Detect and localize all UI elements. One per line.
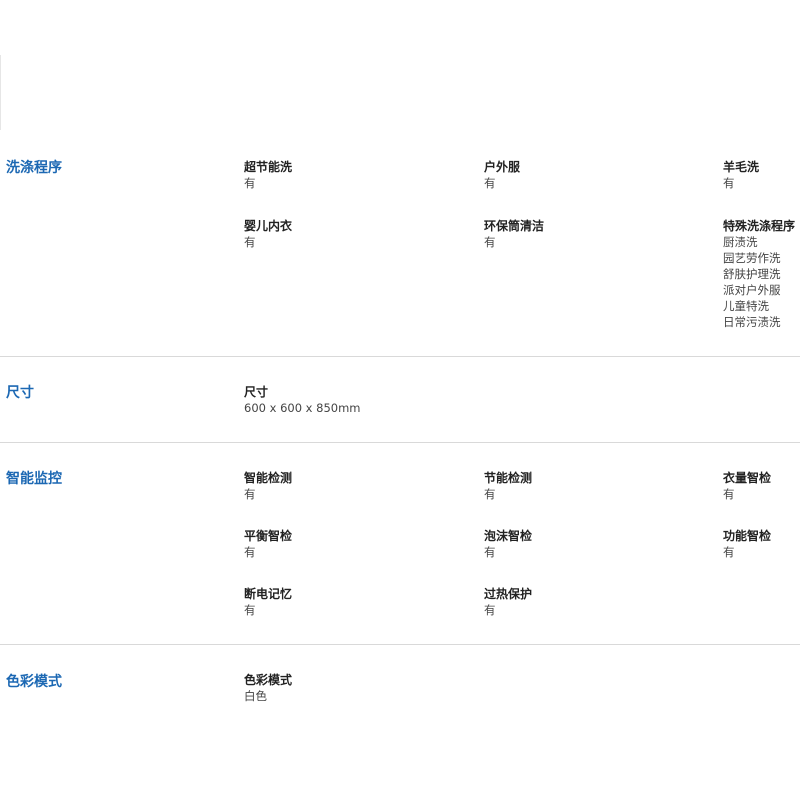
spec-outdoor-wear: 户外服 有 (484, 159, 520, 191)
spec-label: 过热保护 (484, 587, 533, 601)
spec-value: 有 (244, 235, 256, 249)
page-bottom-blank (0, 703, 800, 800)
spec-label: 衣量智检 (723, 471, 772, 485)
spec-value: 有 (244, 176, 256, 190)
spec-label: 超节能洗 (244, 160, 293, 174)
spec-balance-detection: 平衡智检 有 (244, 528, 292, 560)
spec-overheat-protection: 过热保护 有 (484, 586, 532, 618)
spec-value: 有 (723, 176, 735, 190)
spec-smart-detection: 智能检测 有 (244, 470, 292, 502)
section-title-dimensions: 尺寸 (6, 385, 34, 401)
spec-label: 婴儿内衣 (244, 219, 293, 233)
spec-label: 环保筒清洁 (484, 219, 545, 233)
section-title-smart-monitoring: 智能监控 (6, 471, 62, 487)
spec-label: 尺寸 (244, 385, 269, 399)
spec-label: 色彩模式 (244, 673, 293, 687)
spec-super-eco-wash: 超节能洗 有 (244, 159, 292, 191)
spec-label: 智能检测 (244, 471, 293, 485)
spec-load-detection: 衣量智检 有 (723, 470, 771, 502)
spec-foam-detection: 泡沫智检 有 (484, 528, 532, 560)
spec-value: 有 (484, 603, 496, 617)
spec-value: 有 (484, 235, 496, 249)
spec-value: 白色 (244, 689, 267, 703)
spec-value: 儿童特洗 (723, 299, 769, 313)
spec-value: 有 (484, 487, 496, 501)
spec-function-detection: 功能智检 有 (723, 528, 771, 560)
spec-label: 断电记忆 (244, 587, 293, 601)
spec-label: 特殊洗涤程序 (723, 219, 796, 233)
section-divider (0, 442, 800, 443)
left-edge-mark (0, 55, 1, 130)
spec-sheet: 洗涤程序 超节能洗 有 户外服 有 羊毛洗 有 婴儿内衣 有 环保筒清洁 有 特… (0, 0, 800, 800)
spec-value: 日常污渍洗 (723, 315, 781, 329)
spec-value: 园艺劳作洗 (723, 251, 781, 265)
spec-value: 600 x 600 x 850mm (244, 401, 361, 415)
spec-label: 羊毛洗 (723, 160, 760, 174)
spec-label: 功能智检 (723, 529, 772, 543)
spec-value: 有 (723, 545, 735, 559)
section-title-color-mode: 色彩模式 (6, 674, 62, 690)
spec-baby-underwear: 婴儿内衣 有 (244, 218, 292, 250)
section-divider (0, 356, 800, 357)
spec-value: 有 (484, 545, 496, 559)
spec-value: 有 (484, 176, 496, 190)
spec-label: 节能检测 (484, 471, 533, 485)
section-divider (0, 644, 800, 645)
spec-value: 有 (244, 603, 256, 617)
spec-power-failure-memory: 断电记忆 有 (244, 586, 292, 618)
spec-label: 户外服 (484, 160, 521, 174)
spec-value: 有 (244, 487, 256, 501)
spec-value: 有 (723, 487, 735, 501)
spec-special-programs: 特殊洗涤程序 厨渍洗 园艺劳作洗 舒肤护理洗 派对户外服 儿童特洗 日常污渍洗 (723, 218, 795, 330)
spec-wool-wash: 羊毛洗 有 (723, 159, 759, 191)
spec-value: 舒肤护理洗 (723, 267, 781, 281)
spec-dimensions: 尺寸 600 x 600 x 850mm (244, 384, 361, 416)
spec-energy-detection: 节能检测 有 (484, 470, 532, 502)
spec-color-mode: 色彩模式 白色 (244, 672, 292, 704)
section-title-wash-programs: 洗涤程序 (6, 160, 62, 176)
spec-value: 派对户外服 (723, 283, 781, 297)
spec-value: 厨渍洗 (723, 235, 758, 249)
spec-eco-drum-clean: 环保筒清洁 有 (484, 218, 544, 250)
spec-value: 有 (244, 545, 256, 559)
spec-label: 平衡智检 (244, 529, 293, 543)
spec-label: 泡沫智检 (484, 529, 533, 543)
